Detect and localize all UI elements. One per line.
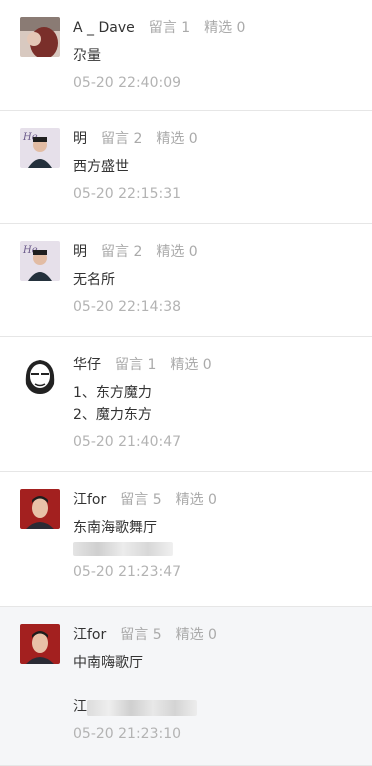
avatar[interactable]: He xyxy=(20,241,60,281)
author-name[interactable]: 明 xyxy=(73,131,87,147)
pick-count: 精选 0 xyxy=(156,244,198,260)
comment-text: 西方盛世 xyxy=(73,159,129,175)
reply-count: 留言 1 xyxy=(148,20,191,36)
comment-item: He 明留言 2 精选 0 无名所 05-20 22:14:38 xyxy=(0,224,372,337)
comment-text: 东南海歌舞厅 xyxy=(73,520,157,536)
reply-count: 留言 1 xyxy=(115,357,157,373)
comment-item: A _ Dave 留言 1 精选 0 尕量 05-20 22:40:09 xyxy=(0,0,372,111)
pick-count: 精选 0 xyxy=(175,627,217,643)
timestamp: 05-20 22:15:31 xyxy=(73,186,182,202)
author-name[interactable]: A _ Dave xyxy=(73,20,135,36)
timestamp: 05-20 21:23:47 xyxy=(73,564,182,580)
comment-text-line: 中南嗨歌厅 xyxy=(73,655,143,671)
blurred-text xyxy=(73,542,173,556)
comment-text: 尕量 xyxy=(73,48,101,64)
comment-text: 无名所 xyxy=(73,272,115,288)
comment-text-line: 1、东方魔力 xyxy=(73,385,152,401)
blurred-text xyxy=(87,700,197,716)
author-name[interactable]: 明 xyxy=(73,244,87,260)
reply-count: 留言 5 xyxy=(120,627,162,643)
reply-count: 留言 2 xyxy=(101,131,143,147)
comment-list: A _ Dave 留言 1 精选 0 尕量 05-20 22:40:09 He 明留… xyxy=(0,0,372,766)
comment-item: 华仔 留言 1 精选 0 1、东方魔力 2、魔力东方 05-20 21:40:47 xyxy=(0,337,372,472)
avatar[interactable] xyxy=(20,489,60,529)
timestamp: 05-20 21:40:47 xyxy=(73,434,182,450)
pick-count: 精选 0 xyxy=(175,492,217,508)
timestamp: 05-20 22:14:38 xyxy=(73,299,182,315)
avatar[interactable] xyxy=(20,17,60,57)
author-name[interactable]: 江for xyxy=(73,492,106,508)
avatar[interactable] xyxy=(20,354,60,394)
comment-item: 江for 留言 5 精选 0 东南海歌舞厅 05-20 21:23:47 xyxy=(0,472,372,607)
pick-count: 精选 0 xyxy=(156,131,198,147)
avatar[interactable]: He xyxy=(20,128,60,168)
comment-text-line: 2、魔力东方 xyxy=(73,407,152,423)
timestamp: 05-20 21:23:10 xyxy=(73,726,182,742)
author-name[interactable]: 江for xyxy=(73,627,106,643)
comment-item-selected[interactable]: 江for 留言 5 精选 0 中南嗨歌厅 江 05-20 21:23:10 xyxy=(0,607,372,766)
avatar[interactable] xyxy=(20,624,60,664)
pick-count: 精选 0 xyxy=(170,357,212,373)
comment-text-line xyxy=(73,674,372,696)
comment-item: He 明留言 2 精选 0 西方盛世 05-20 22:15:31 xyxy=(0,111,372,224)
reply-count: 留言 2 xyxy=(101,244,143,260)
comment-text-line-wrap: 江 xyxy=(73,696,372,718)
author-name[interactable]: 华仔 xyxy=(73,357,101,373)
reply-count: 留言 5 xyxy=(120,492,162,508)
comment-text-line: 江 xyxy=(73,699,87,715)
timestamp: 05-20 22:40:09 xyxy=(73,75,182,91)
pick-count: 精选 0 xyxy=(204,20,246,36)
